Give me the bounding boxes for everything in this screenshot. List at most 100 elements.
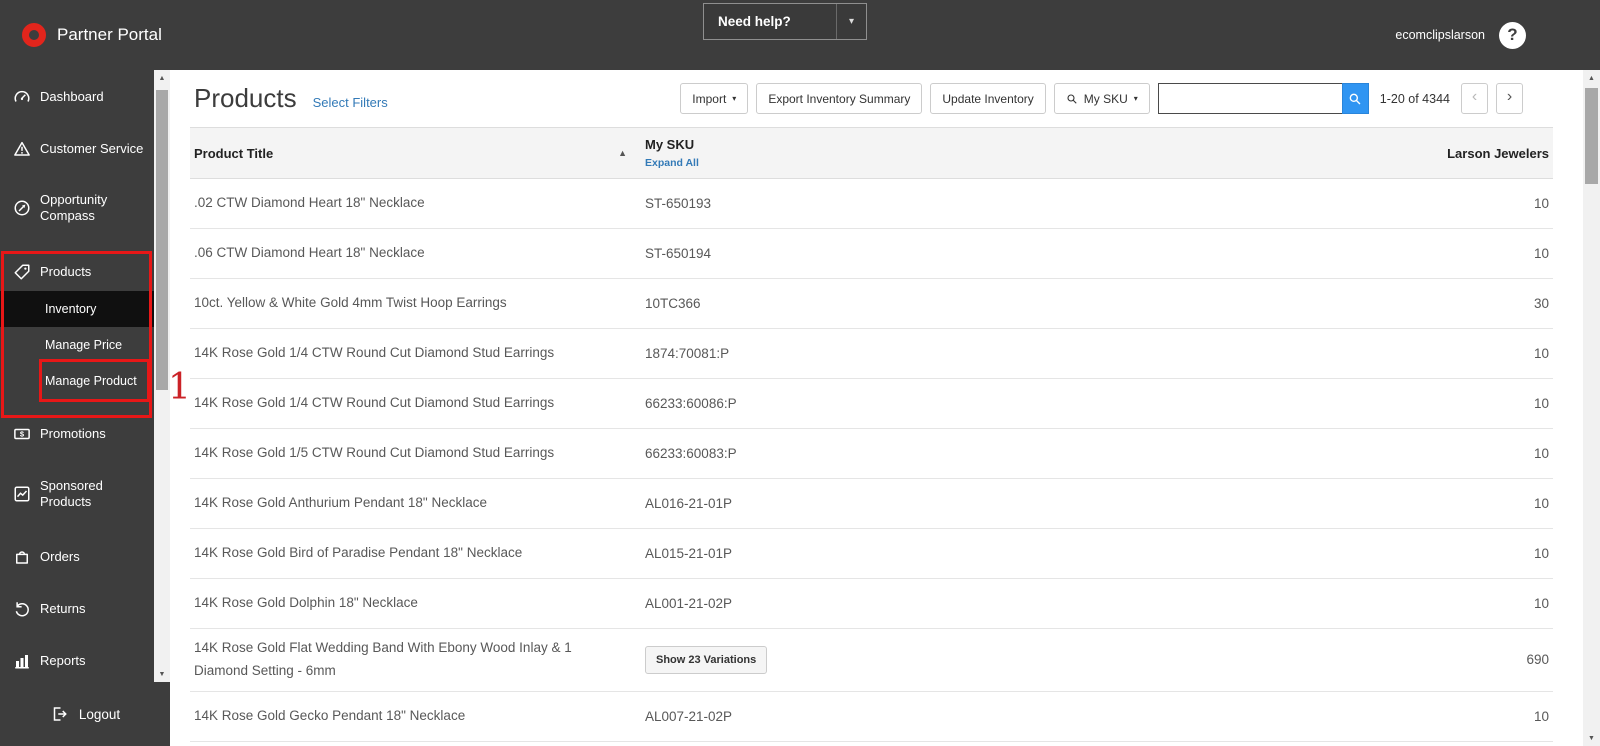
sku-filter-dropdown[interactable]: My SKU ▾ <box>1053 83 1150 114</box>
search-button[interactable] <box>1341 83 1369 114</box>
search-icon <box>1349 93 1361 104</box>
sidebar-subitem-manage-price[interactable]: Manage Price <box>0 327 154 363</box>
table-row[interactable]: 14K Rose Gold Anthurium Pendant 18" Neck… <box>190 479 1553 529</box>
page-title: Products <box>194 83 297 113</box>
table-row[interactable]: 14K Rose Gold 1/5 CTW Round Cut Diamond … <box>190 429 1553 479</box>
sidebar-item-opportunity-compass[interactable]: Opportunity Compass <box>0 182 154 234</box>
sidebar-item-dashboard[interactable]: Dashboard <box>0 78 154 116</box>
sidebar-item-sponsored-products[interactable]: Sponsored Products <box>0 468 154 520</box>
caret-down-icon: ▾ <box>1133 94 1138 103</box>
sidebar-subitem-inventory[interactable]: Inventory <box>0 291 154 327</box>
product-title-cell: 14K Rose Gold Gecko Pendant 18" Necklace <box>194 707 466 723</box>
column-header-my-sku: My SKU Expand All <box>645 137 1423 169</box>
export-inventory-summary-button[interactable]: Export Inventory Summary <box>756 83 923 114</box>
table-row[interactable]: 14K Rose Gold Flat Wedding Band With Ebo… <box>190 629 1553 692</box>
product-title-cell: 14K Rose Gold 1/4 CTW Round Cut Diamond … <box>194 345 555 361</box>
column-header-product-title[interactable]: Product Title ▲ <box>190 146 645 161</box>
sidebar-item-orders[interactable]: Orders <box>0 538 154 576</box>
sidebar-item-label: Customer Service <box>40 140 144 156</box>
product-title-cell: 14K Rose Gold 1/4 CTW Round Cut Diamond … <box>194 395 555 411</box>
sidebar-item-products[interactable]: Products <box>0 253 154 291</box>
table-row[interactable]: 14K Rose Gold Dolphin 18" Necklace AL001… <box>190 579 1553 629</box>
scrollbar-track[interactable] <box>1583 86 1600 730</box>
qty-cell: 10 <box>1533 708 1549 724</box>
import-label: Import <box>692 91 727 106</box>
sku-filter-label: My SKU <box>1083 91 1128 106</box>
my-sku-column-label: My SKU <box>645 137 695 152</box>
search-input[interactable] <box>1157 83 1342 114</box>
sku-cell: 10TC366 <box>645 296 701 311</box>
scroll-down-arrow-icon[interactable]: ▼ <box>154 666 170 682</box>
export-label: Export Inventory Summary <box>768 91 911 106</box>
update-inventory-button[interactable]: Update Inventory <box>930 83 1046 114</box>
sidebar-item-label: Sponsored Products <box>40 477 103 509</box>
sku-cell: ST-650194 <box>645 246 712 261</box>
help-icon[interactable]: ? <box>1499 21 1526 49</box>
product-title-cell: 14K Rose Gold 1/5 CTW Round Cut Diamond … <box>194 445 555 461</box>
table-row[interactable]: 14K Rose Gold 1/4 CTW Round Cut Diamond … <box>190 329 1553 379</box>
sidebar-item-promotions[interactable]: $ Promotions <box>0 415 154 453</box>
expand-all-link[interactable]: Expand All <box>645 157 705 169</box>
sidebar-item-label: Promotions <box>40 425 106 441</box>
sku-cell: ST-650193 <box>645 196 712 211</box>
table-row[interactable]: 14K Rose Gold Gecko Pendant 18" Necklace… <box>190 691 1553 742</box>
sidebar-scrollbar[interactable]: ▲ ▼ <box>154 70 170 682</box>
product-title-column-label: Product Title <box>194 145 274 161</box>
sku-cell: 1874:70081:P <box>645 346 730 361</box>
sidebar-item-label: Reports <box>40 652 86 668</box>
scroll-down-arrow-icon[interactable]: ▼ <box>1583 730 1600 746</box>
sku-cell: Show 23 Variations <box>645 645 1423 674</box>
previous-page-button[interactable]: ‹ <box>1461 83 1488 114</box>
table-row[interactable]: .06 CTW Diamond Heart 18" Necklace ST-65… <box>190 229 1553 279</box>
logout-label: Logout <box>78 706 121 722</box>
show-variations-button[interactable]: Show 23 Variations <box>645 645 768 674</box>
qty-cell: 10 <box>1533 246 1549 261</box>
tag-icon <box>14 264 30 280</box>
return-arrow-icon <box>15 602 29 617</box>
sidebar-subitem-manage-product[interactable]: Manage Product <box>0 363 154 399</box>
table-row[interactable]: 10ct. Yellow & White Gold 4mm Twist Hoop… <box>190 279 1553 329</box>
need-help-dropdown[interactable]: Need help? ▾ <box>703 3 867 40</box>
product-title-cell: 14K Rose Gold Dolphin 18" Necklace <box>194 595 418 611</box>
sidebar-item-returns[interactable]: Returns <box>0 590 154 628</box>
qty-cell: 10 <box>1533 546 1549 561</box>
gauge-icon <box>14 90 30 102</box>
sidebar: Dashboard Customer Service Opportunity C… <box>0 70 154 746</box>
import-button[interactable]: Import ▾ <box>680 83 749 114</box>
logout-button[interactable]: Logout <box>0 682 170 746</box>
main-scrollbar[interactable]: ▲ ▼ <box>1583 70 1600 746</box>
sidebar-item-customer-service[interactable]: Customer Service <box>0 130 154 168</box>
compass-icon <box>14 200 30 216</box>
topbar-right: ecomclipslarson ? <box>1395 0 1526 70</box>
qty-cell: 10 <box>1533 196 1549 211</box>
need-help-label: Need help? <box>718 14 791 29</box>
sku-cell: 66233:60086:P <box>645 396 737 411</box>
content-header: Products Select Filters Import ▾ Export … <box>170 70 1583 125</box>
scrollbar-thumb[interactable] <box>156 90 168 390</box>
scrollbar-track[interactable] <box>154 86 170 666</box>
qty-cell: 10 <box>1533 446 1549 461</box>
sku-cell: AL016-21-01P <box>645 496 733 511</box>
scroll-up-arrow-icon[interactable]: ▲ <box>1583 70 1600 86</box>
sort-ascending-icon[interactable]: ▲ <box>618 148 627 158</box>
scrollbar-thumb[interactable] <box>1585 88 1598 184</box>
select-filters-link[interactable]: Select Filters <box>313 95 388 110</box>
sidebar-item-label: Products <box>40 263 92 279</box>
table-row[interactable]: .02 CTW Diamond Heart 18" Necklace ST-65… <box>190 179 1553 229</box>
product-title-cell: 10ct. Yellow & White Gold 4mm Twist Hoop… <box>194 295 507 311</box>
partner-portal-app: Partner Portal Need help? ▾ ecomclipslar… <box>0 0 1600 746</box>
qty-cell: 10 <box>1533 496 1549 511</box>
main-content: Products Select Filters Import ▾ Export … <box>170 70 1583 746</box>
table-row[interactable]: 14K Rose Gold 1/4 CTW Round Cut Diamond … <box>190 379 1553 429</box>
products-table: Product Title ▲ My SKU Expand All Larson… <box>190 127 1553 742</box>
brand[interactable]: Partner Portal <box>0 23 162 47</box>
sidebar-item-reports[interactable]: Reports <box>0 642 154 680</box>
brand-name: Partner Portal <box>57 25 162 44</box>
scroll-up-arrow-icon[interactable]: ▲ <box>154 70 170 86</box>
sidebar-item-label: Opportunity Compass <box>40 191 108 223</box>
next-page-button[interactable]: › <box>1496 83 1523 114</box>
caret-down-icon: ▾ <box>732 94 737 103</box>
column-header-larson-jewelers: Larson Jewelers <box>1447 145 1549 161</box>
table-row[interactable]: 14K Rose Gold Bird of Paradise Pendant 1… <box>190 529 1553 579</box>
sidebar-item-label: Orders <box>40 548 80 564</box>
